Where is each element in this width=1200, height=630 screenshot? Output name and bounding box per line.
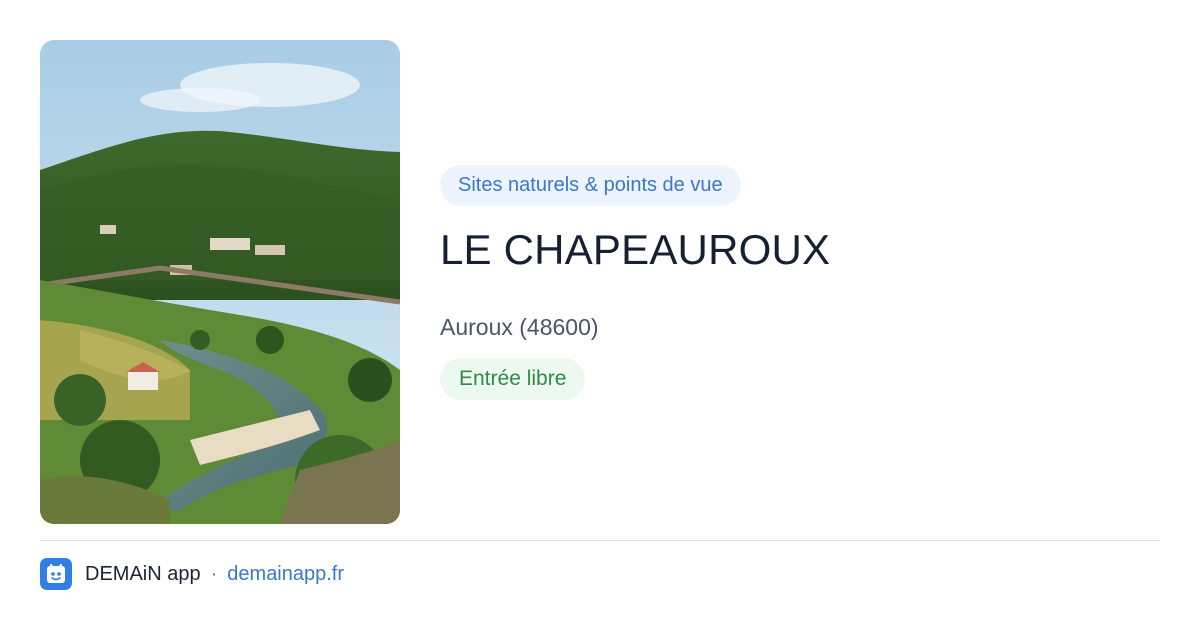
- demain-app-logo-icon[interactable]: [40, 558, 72, 590]
- valley-landscape-image: [40, 40, 400, 524]
- category-badge[interactable]: Sites naturels & points de vue: [440, 165, 741, 206]
- access-badge: Entrée libre: [440, 358, 586, 400]
- footer-separator: ·: [210, 562, 218, 585]
- place-info: Sites naturels & points de vue LE CHAPEA…: [440, 165, 1140, 400]
- place-photo: [40, 40, 400, 524]
- footer: DEMAiN app · demainapp.fr: [40, 558, 344, 590]
- footer-divider: [40, 540, 1160, 541]
- app-name: DEMAiN app: [85, 562, 201, 585]
- place-location: Auroux (48600): [440, 314, 599, 340]
- place-title: LE CHAPEAUROUX: [440, 226, 831, 273]
- app-website-link[interactable]: demainapp.fr: [227, 563, 344, 586]
